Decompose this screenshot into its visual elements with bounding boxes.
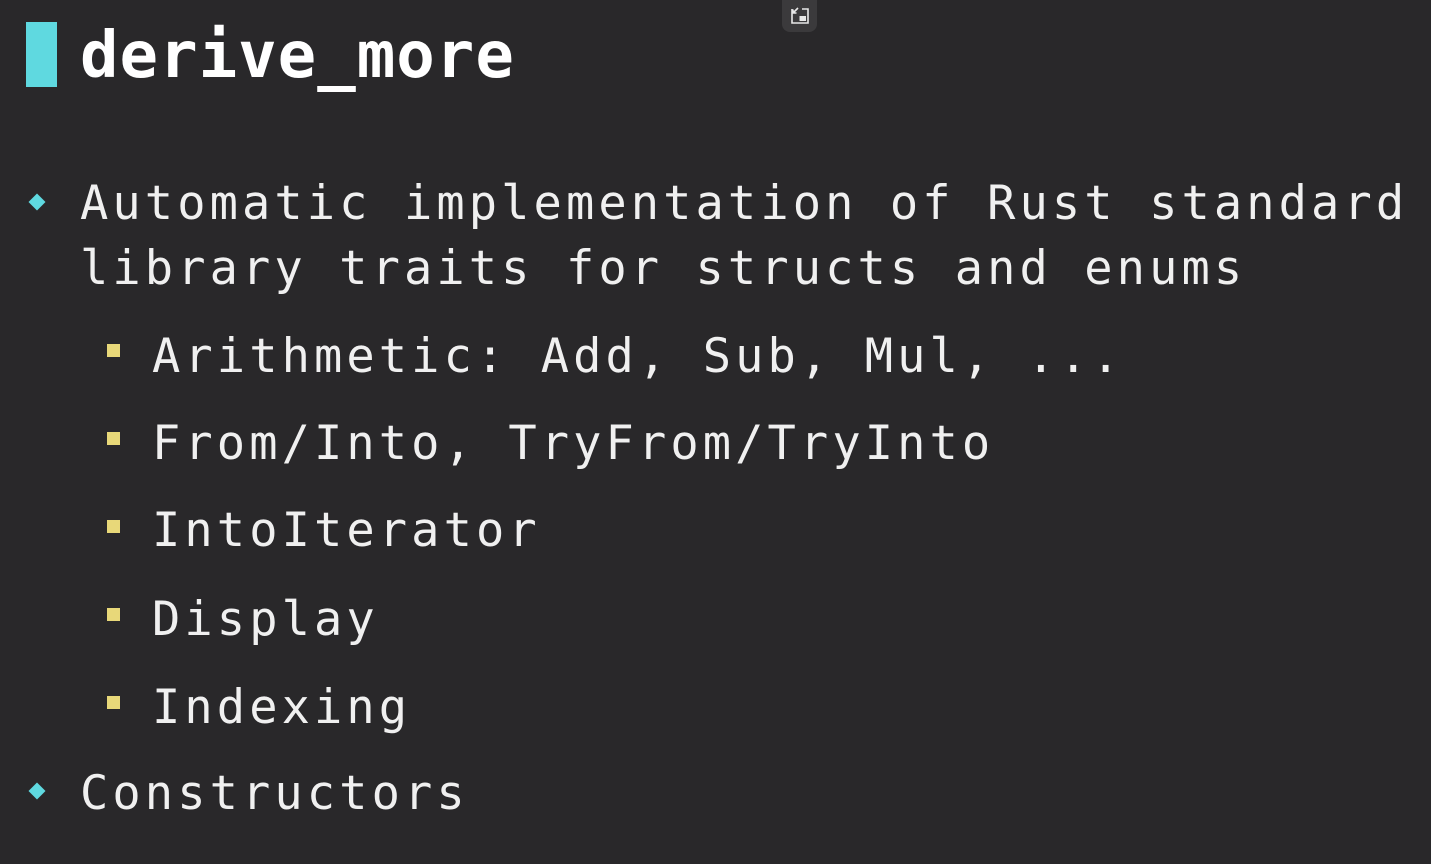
exit-picture-in-picture-icon	[790, 7, 809, 24]
sub-bullet-text: IntoIterator	[152, 503, 541, 558]
sub-bullet-text: From/Into, TryFrom/TryInto	[152, 416, 995, 471]
sub-bullet-square	[107, 520, 120, 533]
sub-bullet-square	[107, 696, 120, 709]
bullet-text-line: Constructors	[80, 766, 469, 821]
sub-bullet-square	[107, 344, 120, 357]
sub-bullet-square	[107, 608, 120, 621]
sub-bullet-text: Display	[152, 592, 379, 647]
sub-bullet-square	[107, 432, 120, 445]
title-accent-bar	[26, 22, 57, 87]
bullet-diamond	[28, 782, 46, 800]
sub-bullet-text: Arithmetic: Add, Sub, Mul, ...	[152, 329, 1124, 384]
sub-bullet-text: Indexing	[152, 680, 412, 735]
bullet-text-line: library traits for structs and enums	[80, 241, 1247, 296]
picture-in-picture-button[interactable]	[782, 0, 817, 32]
bullet-diamond	[28, 193, 46, 211]
bullet-text-line: Automatic implementation of Rust standar…	[80, 176, 1409, 231]
slide-title: derive_more	[80, 19, 515, 93]
